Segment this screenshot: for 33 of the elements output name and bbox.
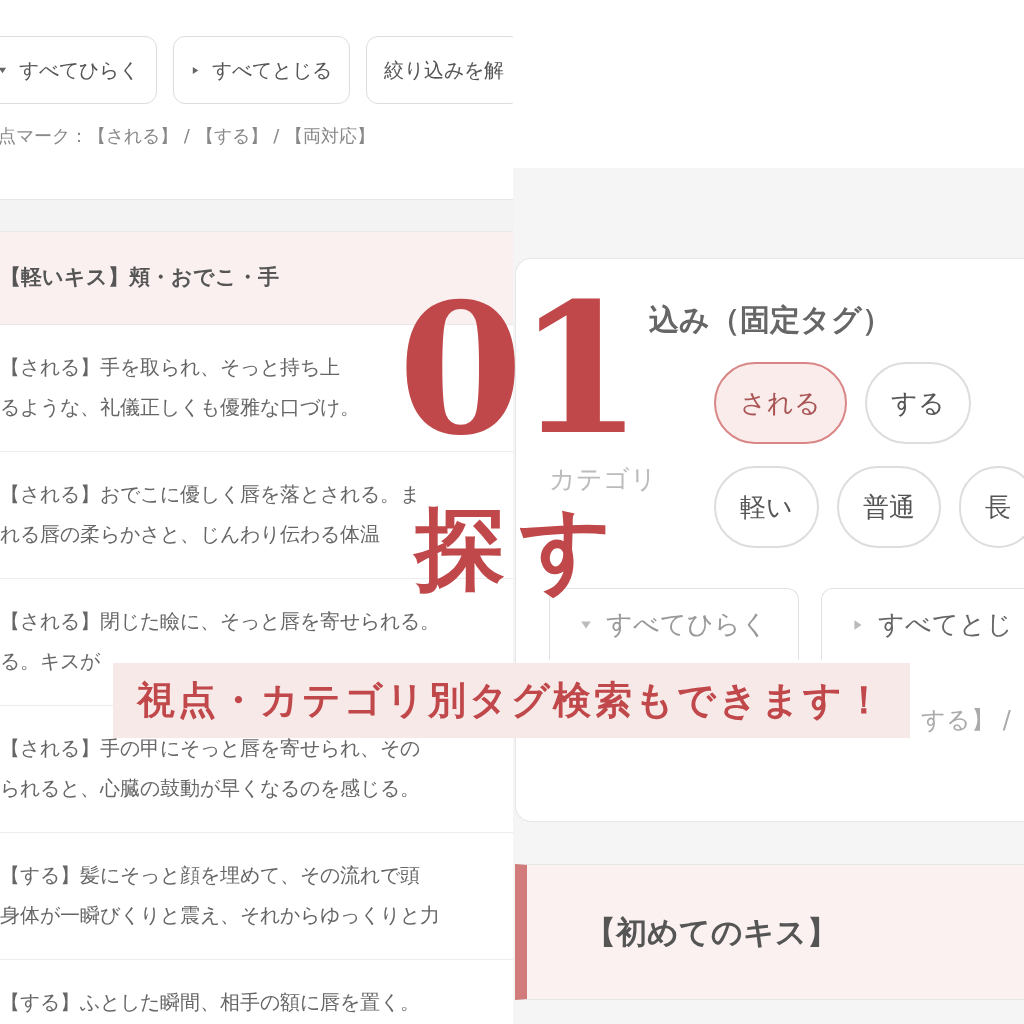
expand-all-button[interactable]: すべてひらく xyxy=(0,36,157,104)
entry-text: 【される】おでこに優しく唇を落とされる。ま xyxy=(0,481,421,506)
entry-text: れる唇の柔らかさと、じんわり伝わる体温 xyxy=(0,521,381,548)
caret-down-icon xyxy=(580,618,592,631)
entry-text: 【される】閉じた瞼に、そっと唇を寄せられる。 xyxy=(0,608,441,635)
collapse-all-button[interactable]: すべてとじる xyxy=(173,36,350,104)
entry-text: 【する】髪にそっと顔を埋めて、その流れで頭 xyxy=(0,862,421,889)
caret-right-icon xyxy=(191,65,200,75)
caret-down-icon xyxy=(0,65,7,75)
headline-text: 探 xyxy=(415,505,505,595)
entry-text: 身体が一瞬びくりと震え、それからゆっくりと力 xyxy=(0,902,441,929)
section-title: 【初めてのキス】 xyxy=(585,912,838,952)
tag-chip[interactable]: 軽い xyxy=(714,466,819,548)
tag-chip[interactable]: 普通 xyxy=(837,466,941,548)
entry-text: る。キスが xyxy=(0,648,101,675)
tag-chip[interactable]: 長 xyxy=(959,466,1024,548)
step-number: 01 xyxy=(398,283,637,454)
filter-title: 込み（固定タグ） xyxy=(648,301,893,339)
legend-text: 点マーク：【される】 / 【する】 / 【両対応】 xyxy=(0,124,376,148)
caret-right-icon xyxy=(852,618,864,631)
legend-text: する】 / xyxy=(921,705,1012,736)
entry-text: るような、礼儀正しくも優雅な口づけ。 xyxy=(0,394,361,421)
tag-chip[interactable]: する xyxy=(865,362,971,444)
clear-filter-button[interactable]: 絞り込みを解 xyxy=(366,36,513,104)
section-title: 【軽いキス】頬・おでこ・手 xyxy=(0,264,279,292)
entry-text: られると、心臓の鼓動が早くなるのを感じる。 xyxy=(0,775,421,802)
caption-banner: 視点・カテゴリ別タグ検索もできます！ xyxy=(113,663,910,738)
tag-chip[interactable]: される xyxy=(714,362,847,444)
filter-label: カテゴリ xyxy=(549,466,658,492)
entry-text: 【する】ふとした瞬間、相手の額に唇を置く。 xyxy=(0,989,421,1016)
collapse-all-button[interactable]: すべてとじ xyxy=(821,588,1024,660)
entry-text: 【される】手の甲にそっと唇を寄せられ、その xyxy=(0,735,421,762)
entry-text: 【される】手を取られ、そっと持ち上 xyxy=(0,354,341,381)
